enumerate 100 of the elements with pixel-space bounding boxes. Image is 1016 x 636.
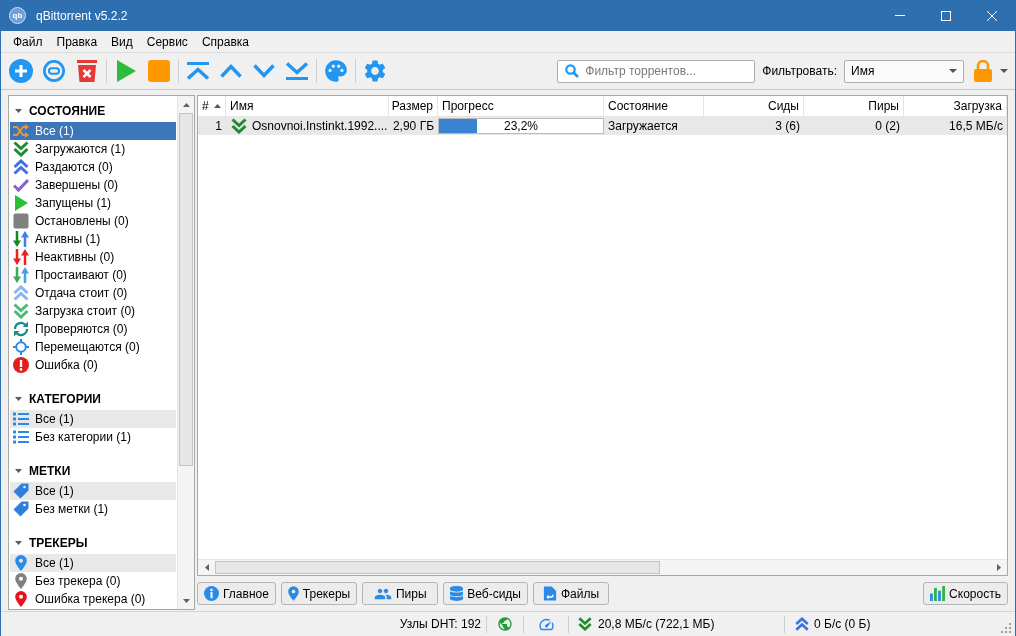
chevron-down-icon[interactable]	[253, 64, 275, 78]
scrollbar-thumb[interactable]	[179, 113, 193, 466]
filter-item[interactable]: Ошибка трекера (0)	[10, 590, 176, 608]
double-chevron-down-icon	[578, 617, 592, 631]
chevron-up-icon[interactable]	[220, 64, 242, 78]
filter-item[interactable]: Без метки (1)	[10, 500, 176, 518]
list-icon	[13, 411, 29, 427]
exclamation-circle-icon	[13, 357, 29, 373]
filter-item[interactable]: Запущены (1)	[10, 194, 176, 212]
search-icon	[565, 64, 580, 78]
table-cell-text: Загружается	[607, 118, 679, 135]
refresh-icon	[13, 321, 29, 337]
plus-circle-icon[interactable]	[9, 59, 33, 83]
progress-label: 23,2%	[504, 120, 538, 132]
section-header[interactable]: КАТЕГОРИИ	[10, 388, 176, 410]
filter-item[interactable]: Загрузка стоит (0)	[10, 302, 176, 320]
caret-down-icon	[15, 541, 22, 545]
filter-item[interactable]: Завершены (0)	[10, 176, 176, 194]
panel-tab[interactable]: Файлы	[533, 582, 609, 605]
tag-icon	[13, 501, 29, 517]
filter-item[interactable]: Без категории (1)	[10, 428, 176, 446]
square-icon	[13, 213, 29, 229]
scroll-left-arrow-icon[interactable]	[204, 564, 209, 571]
filter-item[interactable]: Все (1)	[10, 482, 176, 500]
table-cell-text: 3 (6)	[774, 118, 801, 135]
filter-item[interactable]: Загружаются (1)	[10, 140, 176, 158]
filter-item[interactable]: Активны (1)	[10, 230, 176, 248]
resize-grip-icon	[1001, 623, 1011, 633]
menu-item[interactable]: Справка	[194, 31, 256, 52]
menu-item[interactable]: Вид	[104, 31, 140, 52]
caret-down-icon	[15, 109, 22, 113]
section-header[interactable]: МЕТКИ	[10, 460, 176, 482]
filter-item[interactable]: Простаивают (0)	[10, 266, 176, 284]
section-header[interactable]: СОСТОЯНИЕ	[10, 100, 176, 122]
column-header[interactable]: Имя	[226, 96, 389, 116]
section-header[interactable]: ТРЕКЕРЫ	[10, 532, 176, 554]
panel-tab[interactable]: Трекеры	[280, 582, 358, 605]
link-icon[interactable]	[43, 60, 65, 82]
palette-icon[interactable]	[323, 58, 349, 84]
filter-item[interactable]: Ошибка (0)	[10, 356, 176, 374]
scroll-down-arrow-icon[interactable]	[182, 598, 190, 603]
search-field[interactable]: Фильтр торрентов...	[557, 59, 756, 83]
column-header[interactable]: Сиды	[704, 96, 804, 116]
globe-icon[interactable]	[497, 616, 513, 632]
bar-chart-icon	[930, 586, 946, 601]
vertical-scrollbar[interactable]	[177, 96, 194, 609]
panel-tab[interactable]: Главное	[197, 582, 276, 605]
double-chevron-up-icon	[13, 285, 29, 301]
map-pin-icon	[287, 586, 299, 601]
play-icon	[13, 195, 29, 211]
filter-item[interactable]: Без трекера (0)	[10, 572, 176, 590]
menu-item[interactable]: Правка	[49, 31, 105, 52]
double-chevron-up-icon	[13, 159, 29, 175]
filter-item[interactable]: Все (1)	[10, 554, 176, 572]
download-speed-button[interactable]: 20,8 МБ/с (722,1 МБ)	[574, 614, 779, 634]
column-header[interactable]: Прогресс	[438, 96, 604, 116]
filter-item[interactable]: Все (1)	[10, 122, 176, 140]
filter-item[interactable]: Неактивны (0)	[10, 248, 176, 266]
table-row[interactable]: 1 Osnovnoi.Instinkt.1992.... 2,90 ГБ 23,2% Загружается 3 (6) 0 (2) 16,5 МБ/с	[198, 117, 1007, 135]
window-title: qBittorrent v5.2.2	[36, 9, 128, 22]
filter-item[interactable]: Проверяются (0)	[10, 320, 176, 338]
close-icon[interactable]	[987, 10, 997, 21]
table-cell-text: 2,90 ГБ	[391, 118, 435, 135]
caret-down-icon[interactable]	[1000, 69, 1008, 73]
table-cell: Osnovnoi.Instinkt.1992....	[252, 120, 388, 132]
lock-icon[interactable]	[974, 60, 992, 82]
column-header[interactable]: Загрузка	[904, 96, 1007, 116]
filter-item[interactable]: Остановлены (0)	[10, 212, 176, 230]
filter-item[interactable]: Перемещаются (0)	[10, 338, 176, 356]
table-cell-text: 16,5 МБ/с	[948, 118, 1004, 135]
trash-icon[interactable]	[77, 60, 97, 82]
filter-dropdown[interactable]: Имя	[844, 59, 964, 83]
double-chevron-down-icon	[231, 118, 247, 134]
filter-item[interactable]: Отдача стоит (0)	[10, 284, 176, 302]
caret-down-icon	[15, 469, 22, 473]
panel-tab[interactable]: Веб-сиды	[443, 582, 528, 605]
tag-icon	[13, 483, 29, 499]
scroll-right-arrow-icon[interactable]	[996, 564, 1001, 571]
panel-tab[interactable]: Пиры	[362, 582, 439, 605]
crosshair-icon	[13, 339, 29, 355]
upload-speed-button[interactable]: 0 Б/с (0 Б)	[790, 614, 997, 634]
scroll-up-arrow-icon[interactable]	[182, 102, 190, 107]
file-arrow-icon	[542, 586, 557, 601]
column-header[interactable]: Пиры	[804, 96, 904, 116]
column-header[interactable]: #	[198, 96, 226, 116]
scrollbar-thumb[interactable]	[215, 561, 660, 574]
menu-item[interactable]: Файл	[6, 31, 50, 52]
speed-button[interactable]: Скорость	[923, 582, 1008, 605]
filter-label: Фильтровать:	[762, 65, 837, 77]
column-header[interactable]: Размер	[389, 96, 438, 116]
menu-item[interactable]: Сервис	[139, 31, 195, 52]
arrows-up-down-icon	[13, 231, 29, 247]
column-header[interactable]: Состояние	[604, 96, 704, 116]
horizontal-scrollbar[interactable]	[198, 559, 1007, 575]
settings-icon[interactable]	[362, 58, 388, 84]
filter-item[interactable]: Раздаются (0)	[10, 158, 176, 176]
filter-item[interactable]: Все (1)	[10, 410, 176, 428]
map-pin-icon	[15, 591, 27, 607]
maximize-icon[interactable]	[941, 10, 951, 21]
play-icon[interactable]	[116, 60, 136, 82]
